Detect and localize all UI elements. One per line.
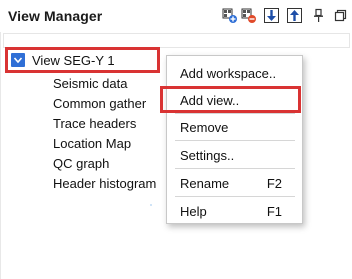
menu-item-add-workspace[interactable]: Add workspace..	[167, 62, 302, 84]
filter-box[interactable]	[3, 33, 350, 48]
panel-left-border	[0, 0, 1, 279]
menu-separator	[175, 86, 295, 87]
tree-item-common-gather[interactable]: Common gather	[53, 96, 146, 111]
menu-item-add-view[interactable]: Add view..	[167, 89, 302, 111]
menu-separator	[175, 140, 295, 141]
tree-item-qc-graph[interactable]: QC graph	[53, 156, 109, 171]
menu-item-help[interactable]: Help F1	[167, 200, 302, 222]
menu-item-label: Add view..	[180, 93, 240, 108]
tree-root-label: View SEG-Y 1	[32, 53, 115, 68]
menu-item-label: Rename	[180, 176, 230, 191]
panel-header: View Manager	[0, 0, 352, 32]
tree-item-location-map[interactable]: Location Map	[53, 136, 131, 151]
tree-root-item[interactable]: View SEG-Y 1	[5, 47, 160, 73]
add-view-icon[interactable]	[222, 8, 237, 23]
menu-item-shortcut: F1	[266, 204, 282, 219]
menu-separator	[175, 168, 295, 169]
menu-item-settings[interactable]: Settings..	[167, 144, 302, 166]
move-down-icon[interactable]	[264, 8, 279, 23]
tree-item-header-histogram[interactable]: Header histogram	[53, 176, 156, 191]
chevron-down-icon[interactable]	[11, 53, 25, 67]
menu-item-label: Settings..	[180, 148, 235, 163]
panel-title: View Manager	[8, 8, 103, 24]
menu-item-label: Remove	[180, 120, 229, 135]
menu-item-shortcut: F2	[266, 176, 282, 191]
context-menu: Add workspace.. Add view.. Remove Settin…	[166, 55, 303, 224]
restore-window-icon[interactable]	[333, 8, 348, 23]
remove-view-icon[interactable]	[241, 8, 256, 23]
menu-item-remove[interactable]: Remove	[167, 116, 302, 138]
tree-item-trace-headers[interactable]: Trace headers	[53, 116, 136, 131]
menu-item-rename[interactable]: Rename F2	[167, 172, 302, 194]
menu-separator	[175, 113, 295, 114]
menu-item-label: Add workspace..	[180, 66, 277, 81]
move-up-icon[interactable]	[287, 8, 302, 23]
tree-item-seismic-data[interactable]: Seismic data	[53, 76, 127, 91]
pin-icon[interactable]	[311, 8, 326, 23]
decor-dot	[150, 204, 152, 206]
menu-separator	[175, 196, 295, 197]
menu-item-label: Help	[180, 204, 207, 219]
